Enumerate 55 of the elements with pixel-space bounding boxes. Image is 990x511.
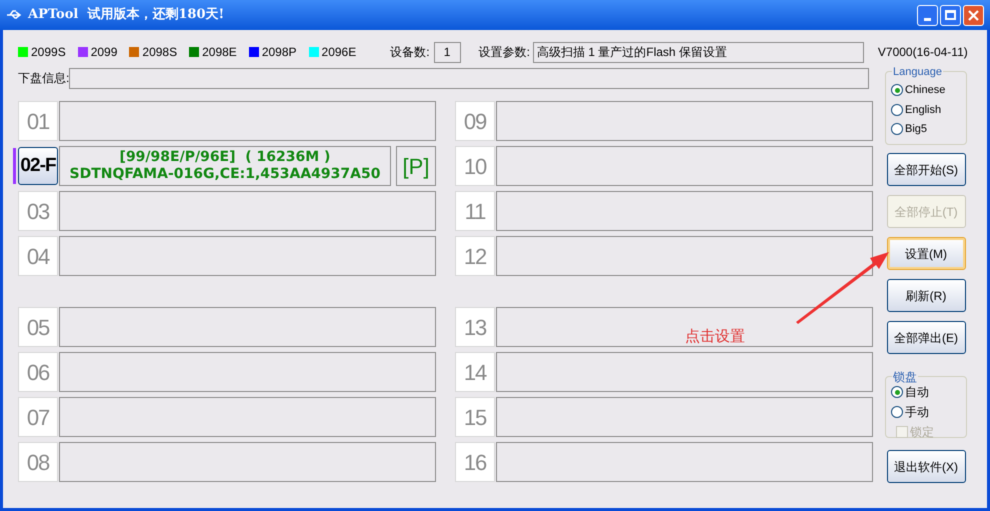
legend-label: 2098P — [262, 44, 297, 61]
device-count-label: 设备数: — [390, 44, 430, 61]
settings-params-field: 高级扫描 1 量产过的Flash 保留设置 — [532, 42, 864, 62]
language-option-label: Chinese — [905, 83, 946, 98]
slot-number: 08 — [18, 442, 58, 482]
action-button[interactable]: 全部开始(S) — [886, 153, 966, 186]
lock-option-label: 手动 — [905, 404, 929, 421]
radio-button[interactable] — [891, 123, 903, 136]
radio-button[interactable] — [891, 386, 903, 398]
action-button[interactable]: 全部弹出(E) — [886, 321, 966, 354]
language-group-title: Language — [892, 64, 943, 80]
exit-button[interactable]: 退出软件(X) — [886, 450, 966, 483]
legend-label: 2099S — [31, 44, 66, 61]
device-count-field: 1 — [434, 42, 461, 62]
legend-label: 2096E — [322, 44, 356, 61]
slot-number-button[interactable]: 02-F — [18, 147, 58, 185]
slot-info-field: [99/98E/P/96E] ( 16236M ) SDTNQFAMA-016G,CE:1,453AA4937A50 — [59, 146, 391, 186]
lock-option-label: 自动 — [905, 384, 929, 401]
legend-label: 2098E — [202, 44, 237, 61]
lock-group-title: 锁盘 — [892, 368, 918, 386]
slot-number: 06 — [18, 352, 58, 392]
version-label: V7000(16-04-11) — [878, 44, 968, 61]
lock-checkbox-label: 锁定 — [910, 424, 934, 441]
slot-number: 01 — [18, 101, 58, 141]
slot-tag: [P] — [396, 146, 436, 186]
slot-number: 09 — [455, 101, 495, 141]
slot-number: 04 — [18, 236, 58, 276]
usb-icon — [6, 8, 22, 22]
language-option-label: English — [905, 102, 942, 118]
settings-params-label: 设置参数: — [478, 44, 530, 61]
language-option-label: Big5 — [905, 122, 928, 137]
slot-number: 13 — [455, 307, 495, 347]
slot-number: 11 — [455, 191, 495, 231]
maximize-button[interactable] — [940, 4, 961, 26]
slot-number: 05 — [18, 307, 58, 347]
radio-button[interactable] — [891, 406, 903, 418]
slot-number: 16 — [455, 442, 495, 482]
radio-button[interactable] — [891, 84, 903, 96]
window-title: APTool 试用版本，还剩180天! — [28, 6, 224, 24]
action-button[interactable]: 刷新(R) — [886, 279, 966, 312]
slot-number: 03 — [18, 191, 58, 231]
minimize-button[interactable] — [917, 4, 938, 26]
annotation-text: 点击设置 — [685, 327, 745, 347]
close-button[interactable] — [963, 4, 984, 26]
slot-number: 12 — [455, 236, 495, 276]
legend-label: 2098S — [142, 44, 178, 61]
slot-number: 10 — [455, 146, 495, 186]
legend-label: 2099 — [90, 44, 118, 61]
disk-info-label: 下盘信息: — [18, 70, 70, 87]
radio-button[interactable] — [891, 104, 903, 116]
action-button[interactable]: 设置(M) — [886, 237, 966, 270]
close-icon — [968, 10, 979, 20]
slot-number: 07 — [18, 397, 58, 437]
slot-number: 14 — [455, 352, 495, 392]
slot-number: 15 — [455, 397, 495, 437]
